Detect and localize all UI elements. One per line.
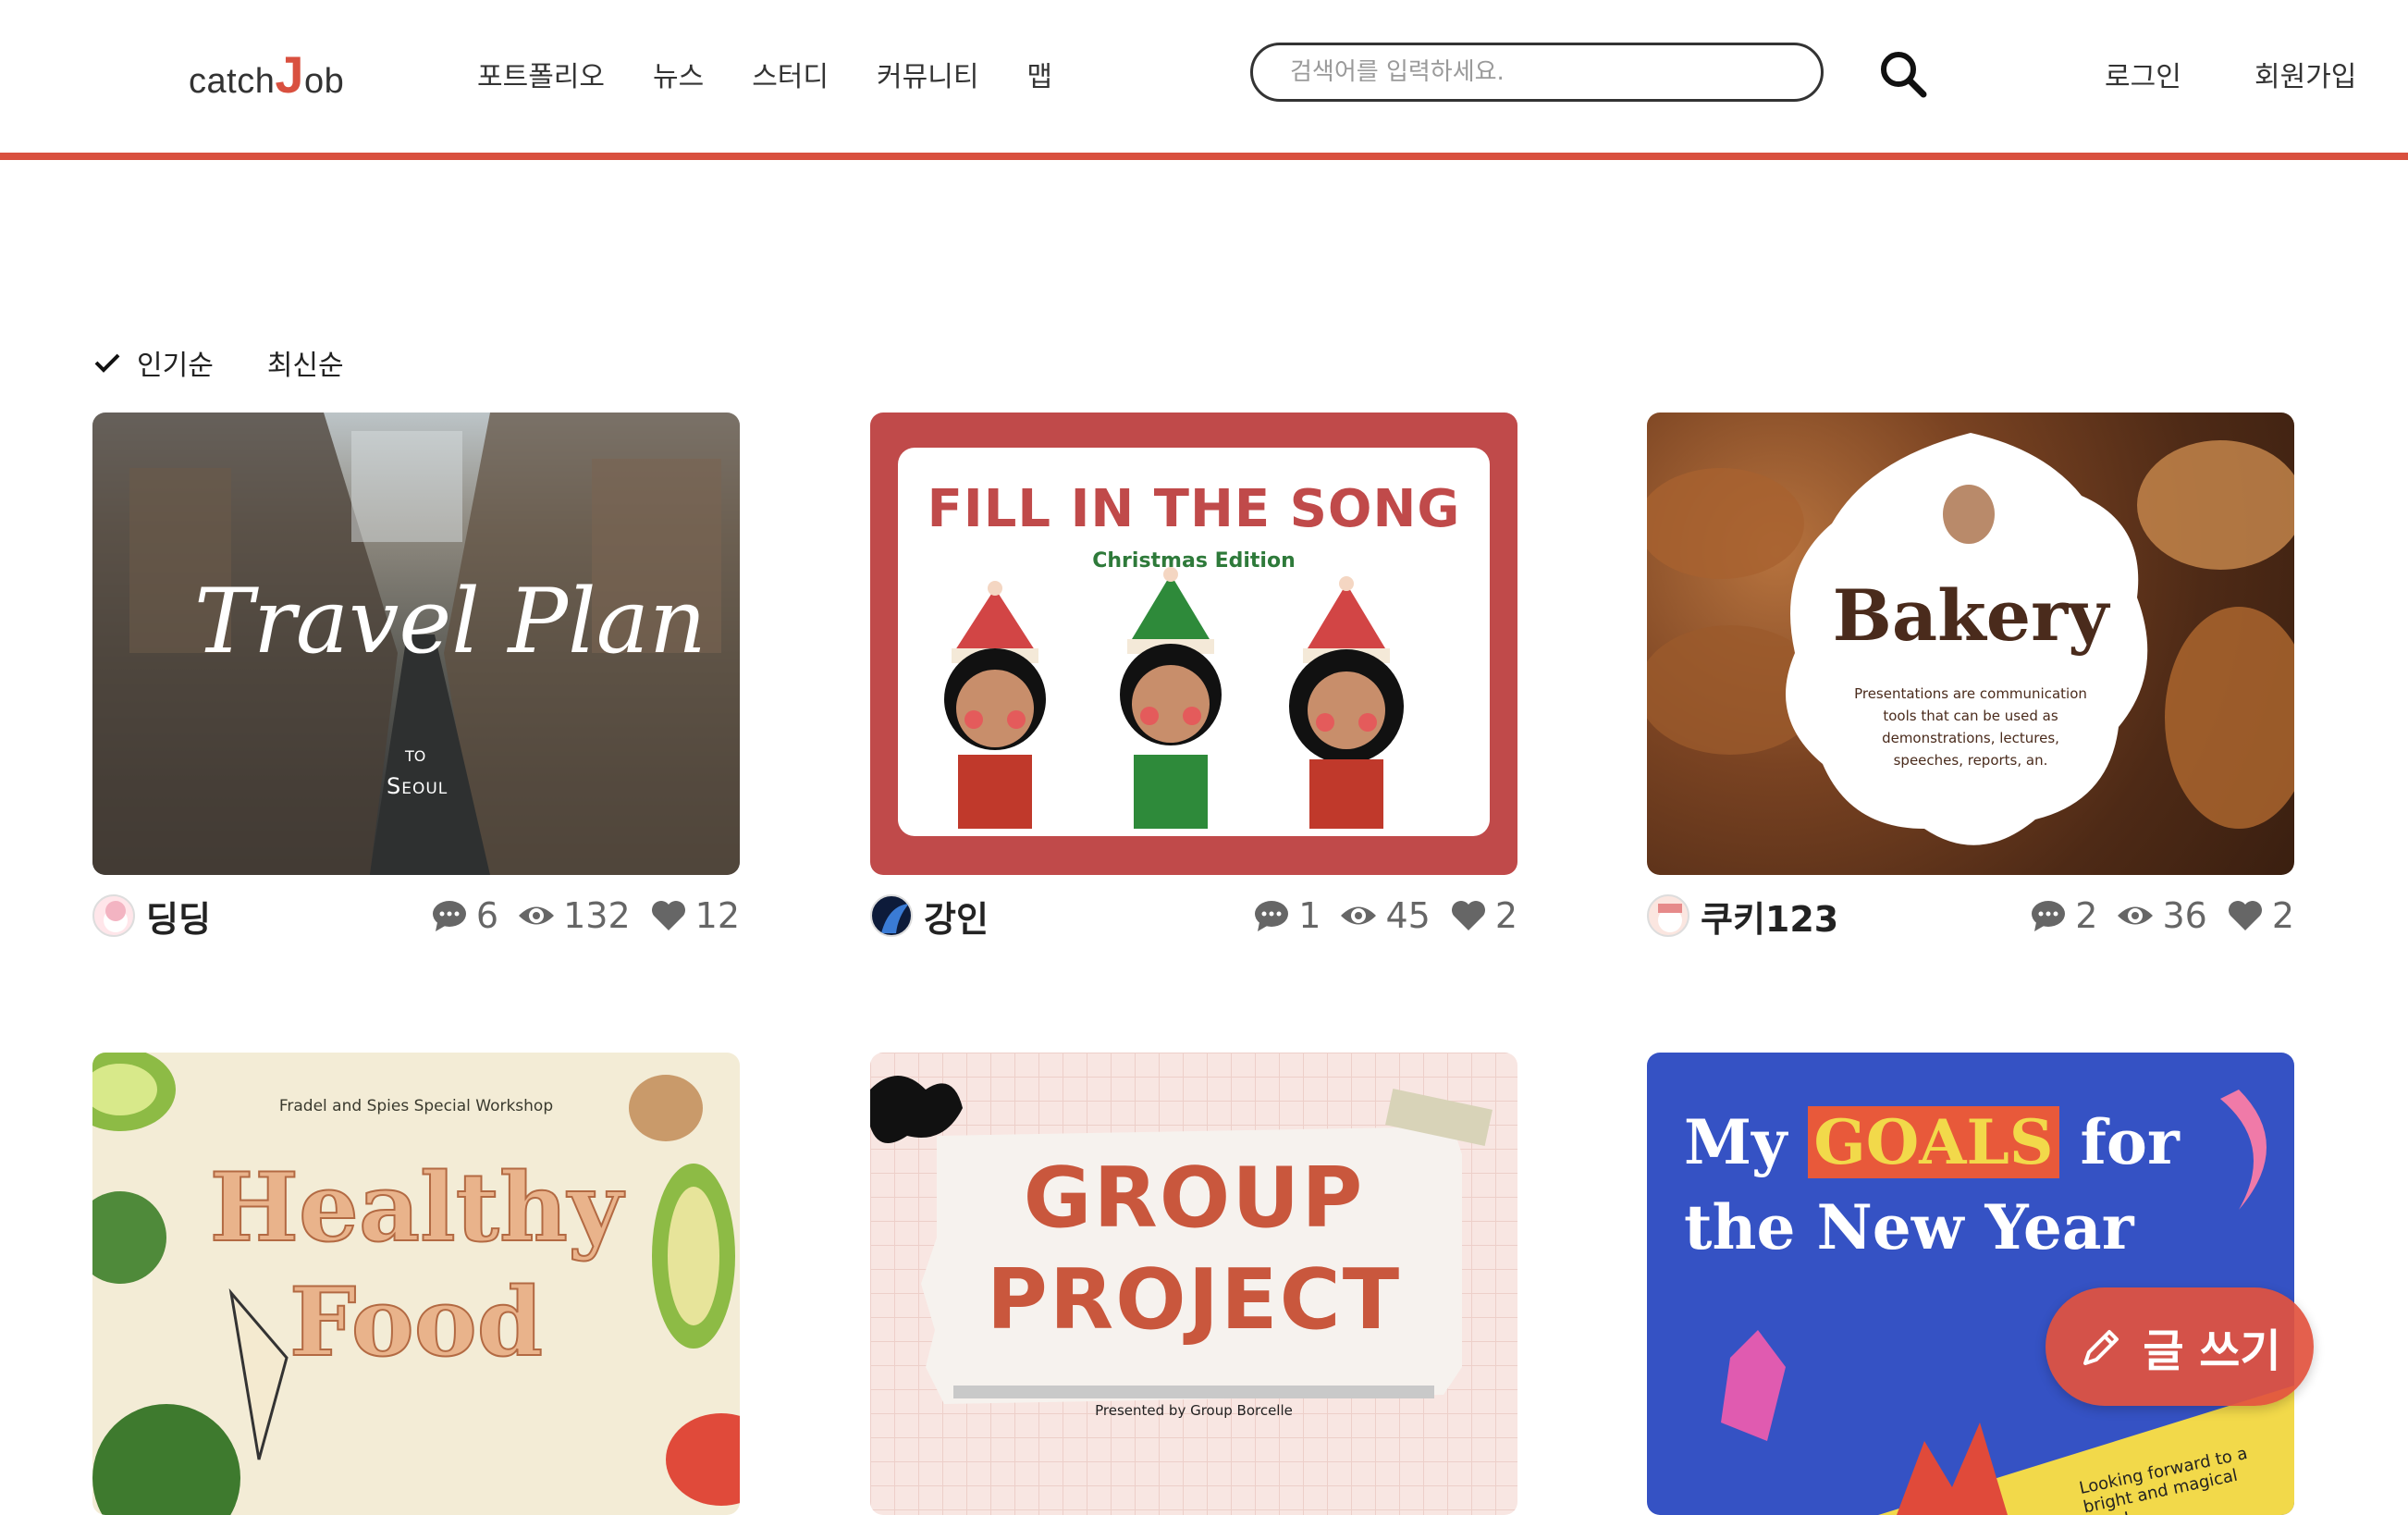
write-post-button[interactable]: 글 쓰기 — [2046, 1287, 2314, 1406]
card-meta: 딩딩 6 132 12 — [92, 892, 740, 940]
author-name[interactable]: 쿠키123 — [1701, 891, 1838, 942]
thumb-title-1: Healthy — [209, 1152, 624, 1264]
card-meta: 쿠키123 2 36 2 — [1647, 892, 2294, 940]
comment-icon — [1255, 901, 1289, 931]
avatar[interactable] — [870, 894, 913, 937]
check-icon — [94, 353, 120, 373]
comment-icon — [2032, 901, 2066, 931]
view-count: 36 — [2162, 895, 2207, 936]
post-thumbnail[interactable]: Travel Plan TO Seoul — [92, 413, 740, 875]
heart-icon — [2228, 901, 2262, 930]
thumb-title-2: Food — [289, 1266, 544, 1379]
card-meta: 강인 1 45 2 — [870, 892, 1517, 940]
kids-illustration — [944, 567, 1404, 829]
thumb-to: TO — [405, 747, 426, 765]
post-card[interactable]: Travel Plan TO Seoul 딩딩 6 132 12 — [92, 413, 740, 940]
nav-community[interactable]: 커뮤니티 — [877, 54, 978, 94]
thumb-line-1: My GOALS for — [1684, 1106, 2180, 1178]
comment-count: 6 — [475, 895, 499, 936]
post-stats: 6 132 12 — [430, 895, 740, 936]
post-card[interactable]: My GOALS for the New Year Looking forwar… — [1647, 1053, 2294, 1515]
thumb-line-1b: GOALS — [1808, 1106, 2059, 1178]
thumb-line-2: the New Year — [1684, 1191, 2134, 1263]
post-thumbnail[interactable]: Bakery Presentations are communication t… — [1647, 413, 2294, 875]
sort-popular[interactable]: 인기순 — [137, 342, 214, 383]
like-count: 2 — [1494, 895, 1517, 936]
post-stats: 1 45 2 — [1252, 895, 1517, 936]
heart-icon — [651, 901, 685, 930]
like-count: 12 — [694, 895, 740, 936]
post-card[interactable]: Bakery Presentations are communication t… — [1647, 413, 2294, 940]
nav-map[interactable]: 맵 — [1026, 54, 1052, 94]
eye-icon — [1341, 906, 1377, 925]
thumb-title: Bakery — [1832, 574, 2109, 657]
logo[interactable]: catchJob — [189, 44, 344, 105]
post-thumbnail[interactable]: My GOALS for the New Year Looking forwar… — [1647, 1053, 2294, 1515]
thumb-title-1: GROUP — [1023, 1150, 1365, 1247]
search-icon[interactable] — [1877, 48, 1929, 100]
logo-prefix: catch — [189, 62, 276, 101]
thumb-line-1a: My — [1684, 1106, 1788, 1178]
post-thumbnail[interactable]: Fradel and Spies Special Workshop Health… — [92, 1053, 740, 1515]
post-card[interactable]: FILL IN THE SONG Christmas Edition 강인 1 … — [870, 413, 1517, 940]
author-name[interactable]: 딩딩 — [146, 891, 211, 942]
nav-news[interactable]: 뉴스 — [653, 54, 704, 94]
avatar[interactable] — [92, 894, 135, 937]
sort-options: 인기순 최신순 — [92, 342, 398, 383]
logo-suffix: ob — [303, 62, 345, 101]
login-link[interactable]: 로그인 — [2105, 54, 2181, 94]
heart-icon — [1451, 901, 1485, 930]
view-count: 45 — [1385, 895, 1431, 936]
logo-j: J — [275, 45, 304, 104]
sort-latest[interactable]: 최신순 — [267, 342, 344, 383]
pencil-icon — [2083, 1330, 2119, 1365]
comment-icon — [432, 901, 466, 931]
comment-count: 2 — [2075, 895, 2098, 936]
comment-count: 1 — [1298, 895, 1321, 936]
like-count: 2 — [2271, 895, 2294, 936]
nav-portfolio[interactable]: 포트폴리오 — [477, 54, 605, 94]
main-nav: 포트폴리오 뉴스 스터디 커뮤니티 맵 — [477, 54, 1100, 94]
thumb-line-1c: for — [2080, 1106, 2180, 1178]
header: catchJob 포트폴리오 뉴스 스터디 커뮤니티 맵 로그인 회원가입 — [0, 0, 2408, 153]
thumb-script-title: Travel Plan — [194, 570, 706, 673]
post-thumbnail[interactable]: GROUP PROJECT Presented by Group Borcell… — [870, 1053, 1517, 1515]
search-box — [1250, 43, 1824, 102]
eye-icon — [519, 906, 555, 925]
thumb-body: Presentations are communication tools th… — [1854, 685, 2087, 769]
author-name[interactable]: 강인 — [924, 891, 989, 942]
post-stats: 2 36 2 — [2029, 895, 2294, 936]
thumb-title-2: PROJECT — [986, 1251, 1402, 1349]
write-post-label: 글 쓰기 — [2143, 1325, 2281, 1377]
header-divider — [0, 153, 2408, 160]
post-card[interactable]: Fradel and Spies Special Workshop Health… — [92, 1053, 740, 1515]
search-input[interactable] — [1253, 45, 1821, 99]
post-card[interactable]: GROUP PROJECT Presented by Group Borcell… — [870, 1053, 1517, 1515]
post-thumbnail[interactable]: FILL IN THE SONG Christmas Edition — [870, 413, 1517, 875]
thumb-footer: Presented by Group Borcelle — [1095, 1402, 1293, 1419]
eye-icon — [2118, 906, 2154, 925]
view-count: 132 — [563, 895, 631, 936]
signup-link[interactable]: 회원가입 — [2254, 54, 2356, 94]
thumb-top-text: Fradel and Spies Special Workshop — [278, 1097, 554, 1115]
avatar[interactable] — [1647, 894, 1689, 937]
thumb-place: Seoul — [387, 773, 448, 799]
nav-study[interactable]: 스터디 — [752, 54, 829, 94]
